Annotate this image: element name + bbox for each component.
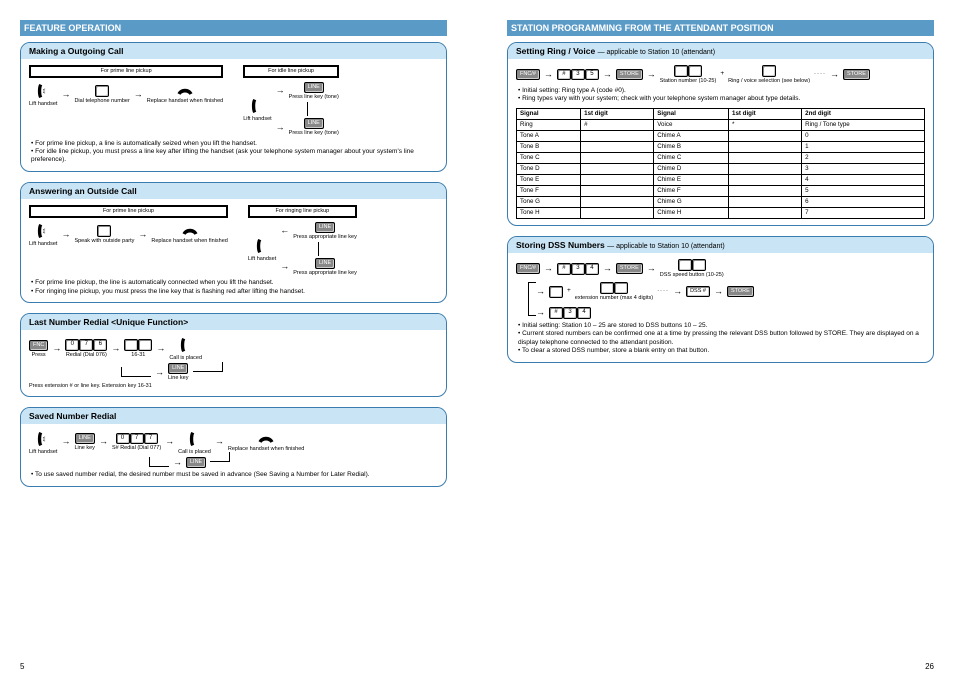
card-title: Setting Ring / Voice — applicable to Sta… [508,43,933,59]
arrow-icon: → [134,89,143,101]
dial-key [95,85,109,97]
card-answer-call: Answering an Outside Call For prime line… [20,182,447,303]
line-key: LINE [75,433,95,444]
card-title: Making a Outgoing Call [21,43,446,59]
hangup-icon [257,433,275,445]
fnc-key: FNC [29,340,48,351]
table-row: Tone FChime F5 [517,186,925,197]
table-row: Tone CChime C2 [517,152,925,163]
line-key: LINE [168,363,188,374]
line-key: LINE [304,118,324,129]
left-section-bar: FEATURE OPERATION [20,20,447,36]
frame-prime-pickup: For prime line pickup [29,65,223,78]
note: • For idle line pickup, you must press a… [31,148,438,165]
frame-prime-pickup: For prime line pickup [29,205,228,218]
card-saved-number-redial: Saved Number Redial Lift handset → LINEL… [20,407,447,487]
card-title: Answering an Outside Call [21,183,446,199]
right-section-bar: STATION PROGRAMMING FROM THE ATTENDANT P… [507,20,934,36]
store-key: STORE [616,263,643,274]
hangup-icon [176,85,194,97]
line-key: LINE [315,222,335,233]
ring-voice-table: Signal 1st digit Signal 1st digit 2nd di… [516,108,925,220]
line-key: LINE [186,457,206,468]
table-row: Tone GChime G6 [517,197,925,208]
card-set-ring-voice: Setting Ring / Voice — applicable to Sta… [507,42,934,226]
card-outgoing-call: Making a Outgoing Call For prime line pi… [20,42,447,172]
table-row: Tone AChime A0 [517,130,925,141]
fnc-key: FNC/# [516,69,540,80]
card-title: Last Number Redial <Unique Function> [21,314,446,330]
speak-key [97,225,111,237]
left-column: FEATURE OPERATION Making a Outgoing Call… [20,20,447,497]
dss-key: DSS # [686,286,710,297]
lift-handset-icon [36,222,50,240]
page-number-right: 26 [925,662,934,671]
card-store-dss: Storing DSS Numbers — applicable to Stat… [507,236,934,362]
table-row: Tone EChime E4 [517,175,925,186]
store-key: STORE [843,69,870,80]
lift-handset-icon [36,430,50,448]
lift-handset-icon [255,237,269,255]
store-key: STORE [616,69,643,80]
store-key: STORE [727,286,754,297]
call-placed-icon [188,430,202,448]
page-number-left: 5 [20,662,24,671]
line-key: LINE [315,258,335,269]
card-title: Storing DSS Numbers — applicable to Stat… [508,237,933,253]
card-last-number-redial: Last Number Redial <Unique Function> FNC… [20,313,447,396]
table-row: Ring#Voice*Ring / Tone type [517,119,925,130]
table-row: Tone DChime D3 [517,164,925,175]
hangup-icon [181,225,199,237]
line-key: LINE [304,82,324,93]
card-title: Saved Number Redial [21,408,446,424]
frame-idle-pickup: For idle line pickup [243,65,339,78]
lift-handset-icon [250,97,264,115]
call-placed-icon [179,336,193,354]
table-row: Tone HChime H7 [517,208,925,219]
table-row: Tone BChime B1 [517,141,925,152]
fnc-key: FNC/# [516,263,540,274]
arrow-icon: → [61,89,70,101]
right-column: STATION PROGRAMMING FROM THE ATTENDANT P… [507,20,934,497]
frame-ringing-pickup: For ringing line pickup [248,205,357,218]
note: • For prime line pickup, a line is autom… [31,140,438,148]
lift-handset-icon [36,82,50,100]
